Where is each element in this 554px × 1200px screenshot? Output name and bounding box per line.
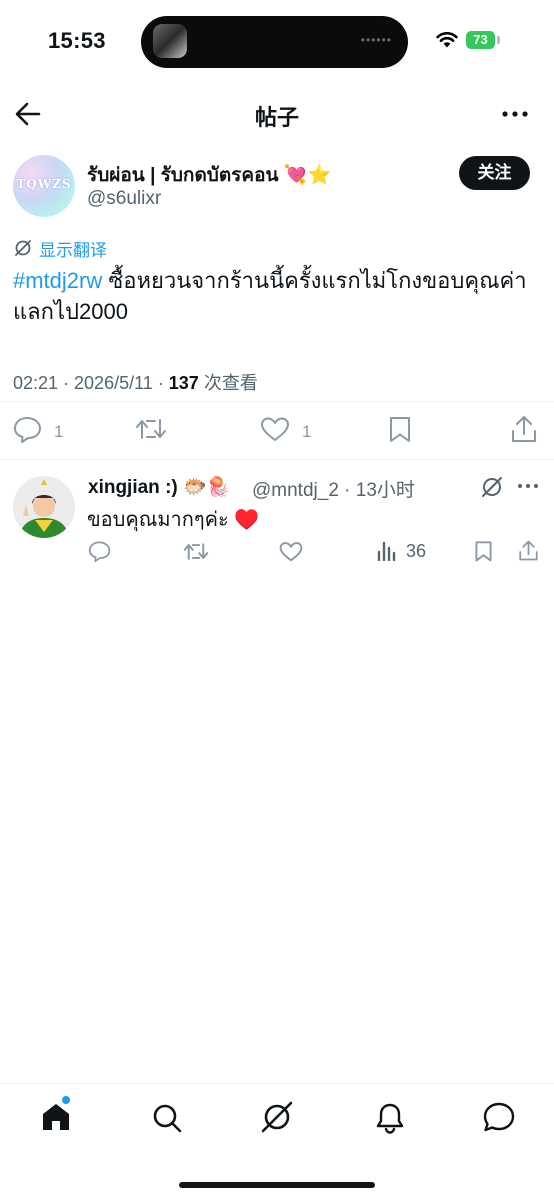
- author-name-text: รับผ่อน | รับกดบัตรคอน: [87, 165, 279, 186]
- reply-heart-emoji: ♥️: [234, 509, 260, 531]
- author-name-emojis: 💘⭐: [283, 165, 332, 186]
- author-display-name[interactable]: รับผ่อน | รับกดบัตรคอน 💘⭐: [87, 160, 331, 190]
- reply-body-text: ขอบคุณมากๆค่ะ: [87, 509, 229, 531]
- more-options-button[interactable]: [500, 104, 530, 124]
- dynamic-island[interactable]: ••••••: [141, 16, 408, 68]
- wifi-icon: [435, 30, 459, 48]
- messages-icon: [483, 1102, 515, 1132]
- bookmark-button[interactable]: [388, 415, 412, 443]
- grok-icon: [261, 1101, 293, 1133]
- messages-tab[interactable]: [482, 1101, 516, 1133]
- reply-views-count: 36: [406, 541, 427, 561]
- divider: [0, 401, 554, 402]
- views-count: 137: [168, 373, 199, 393]
- bookmark-icon: [475, 541, 492, 562]
- home-icon: [43, 1104, 69, 1130]
- island-indicator-dots: ••••••: [360, 33, 392, 47]
- battery-cap: [497, 36, 500, 44]
- search-icon: [153, 1104, 182, 1133]
- like-button[interactable]: [260, 416, 290, 442]
- hashtag-link[interactable]: #mtdj2rw: [13, 268, 102, 293]
- reply-bookmark-button[interactable]: [474, 540, 493, 562]
- show-translation-link[interactable]: 显示翻译: [39, 236, 107, 261]
- heart-icon: [279, 542, 303, 562]
- views-label: 次查看: [198, 373, 258, 393]
- now-playing-thumbnail: [153, 24, 187, 58]
- reply-text: ขอบคุณมากๆค่ะ ♥️: [87, 503, 259, 535]
- reply-author-name-text: xingjian :): [88, 477, 178, 498]
- bookmark-icon: [390, 417, 410, 442]
- reply-button[interactable]: [13, 415, 43, 443]
- avatar-illustration: [13, 476, 75, 538]
- reply-handle-time: @mntdj_2 · 13小时: [252, 475, 415, 502]
- reply-repost-button[interactable]: [183, 541, 209, 562]
- home-tab[interactable]: [41, 1102, 71, 1132]
- reply-more-button[interactable]: [517, 480, 539, 492]
- repost-icon: [136, 419, 166, 439]
- reply-icon: [14, 417, 41, 443]
- share-icon: [512, 416, 536, 442]
- reply-views-button[interactable]: [376, 541, 398, 561]
- tab-bar-divider: [0, 1083, 554, 1084]
- avatar-logo-text: TQWZS: [16, 177, 72, 191]
- reply-translate-button[interactable]: [480, 475, 504, 499]
- heart-icon: [261, 417, 289, 441]
- page-title: 帖子: [254, 105, 299, 130]
- like-count: 1: [302, 422, 312, 441]
- divider: [0, 459, 554, 460]
- search-tab[interactable]: [151, 1102, 183, 1134]
- grok-icon: [482, 477, 502, 497]
- author-avatar[interactable]: TQWZS: [13, 155, 75, 217]
- reply-like-button[interactable]: [279, 541, 303, 562]
- more-icon: [518, 484, 538, 488]
- reply-handle[interactable]: @mntdj_2: [252, 480, 339, 501]
- reply-share-button[interactable]: [518, 539, 539, 562]
- notifications-icon: [376, 1103, 404, 1134]
- more-icon: [502, 111, 528, 117]
- share-icon: [519, 540, 538, 561]
- follow-button[interactable]: 关注: [459, 156, 530, 190]
- repost-button[interactable]: [135, 416, 167, 442]
- reply-author-avatar[interactable]: [13, 476, 75, 538]
- post-text: #mtdj2rw ซื้อหยวนจากร้านนี้ครั้งแรกไม่โก…: [13, 265, 538, 327]
- reply-count: 1: [54, 422, 64, 441]
- notifications-tab[interactable]: [375, 1102, 405, 1134]
- author-handle[interactable]: @s6ulixr: [87, 188, 161, 210]
- grok-tab[interactable]: [260, 1100, 294, 1134]
- reply-time: · 13小时: [338, 480, 415, 501]
- reply-icon: [88, 541, 111, 562]
- post-metadata: 02:21 · 2026/5/11 · 137 次查看: [13, 369, 258, 395]
- translate-icon: [13, 238, 33, 258]
- reply-author-name[interactable]: xingjian :) 🐡🪼: [88, 475, 230, 499]
- repost-icon: [183, 543, 209, 560]
- reply-reply-button[interactable]: [88, 540, 112, 562]
- reply-author-emojis: 🐡🪼: [183, 477, 231, 498]
- home-indicator[interactable]: [179, 1182, 375, 1188]
- post-timestamp: 02:21 · 2026/5/11 ·: [13, 373, 169, 393]
- notification-dot: [62, 1096, 70, 1104]
- status-time: 15:53: [48, 28, 106, 53]
- share-button[interactable]: [510, 414, 538, 444]
- bar-chart-icon: [377, 541, 396, 561]
- battery-indicator: 73: [466, 31, 495, 49]
